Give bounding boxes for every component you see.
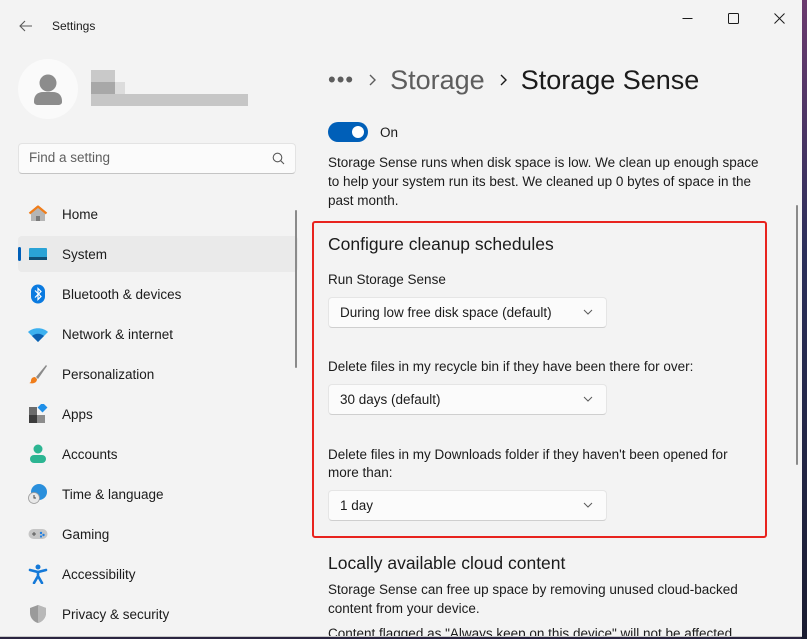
settings-window: Settings Home System	[0, 0, 802, 637]
breadcrumb-storage-link[interactable]: Storage	[390, 65, 485, 96]
sidebar-item-label: Time & language	[62, 486, 164, 502]
recycle-bin-label: Delete files in my recycle bin if they h…	[328, 359, 694, 374]
wifi-icon	[28, 328, 48, 342]
user-name-redacted	[91, 70, 248, 106]
minimize-button[interactable]	[664, 0, 710, 36]
storage-sense-toggle[interactable]	[328, 122, 368, 142]
sidebar-item-apps[interactable]: Apps	[18, 396, 298, 432]
app-title: Settings	[52, 19, 96, 33]
toggle-knob	[352, 126, 364, 138]
account-icon	[30, 444, 46, 463]
toggle-state-label: On	[380, 125, 399, 140]
person-icon	[34, 74, 62, 105]
sidebar-item-privacy[interactable]: Privacy & security	[18, 596, 298, 632]
sidebar-item-label: Accessibility	[62, 566, 136, 582]
gamepad-icon	[28, 529, 48, 539]
sidebar-item-label: Personalization	[62, 366, 155, 382]
sidebar-item-label: Accounts	[62, 446, 118, 462]
arrow-left-icon	[19, 20, 32, 32]
back-button[interactable]	[12, 12, 40, 40]
sidebar-item-label: Network & internet	[62, 326, 174, 342]
cloud-content-note: Content flagged as "Always keep on this …	[328, 626, 736, 637]
sidebar-item-label: Privacy & security	[62, 606, 170, 622]
run-storage-sense-label: Run Storage Sense	[328, 272, 446, 287]
system-icon	[29, 248, 47, 260]
search-input[interactable]	[29, 150, 259, 165]
bluetooth-icon	[31, 284, 45, 304]
chevron-down-icon	[583, 309, 593, 315]
search-box[interactable]	[18, 143, 296, 174]
minimize-icon	[682, 17, 692, 19]
apps-icon	[29, 404, 48, 423]
sidebar-item-personalization[interactable]: Personalization	[18, 356, 298, 392]
user-avatar[interactable]	[18, 59, 78, 119]
sidebar-item-label: System	[62, 246, 108, 262]
main-scrollbar[interactable]	[796, 205, 798, 465]
cleanup-section-title: Configure cleanup schedules	[328, 234, 554, 254]
downloads-folder-dropdown[interactable]: 1 day	[328, 490, 607, 521]
accessibility-icon	[28, 564, 48, 584]
dropdown-value: 30 days (default)	[340, 392, 441, 407]
breadcrumb-more-button[interactable]: •••	[328, 67, 354, 93]
sidebar-item-gaming[interactable]: Gaming	[18, 516, 298, 552]
sidebar-item-accounts[interactable]: Accounts	[18, 436, 298, 472]
dropdown-value: 1 day	[340, 498, 374, 513]
shield-icon	[30, 605, 46, 623]
sidebar-item-bluetooth[interactable]: Bluetooth & devices	[18, 276, 298, 312]
sidebar-item-label: Apps	[62, 406, 93, 422]
breadcrumb: ••• Storage Storage Sense	[328, 60, 699, 100]
sidebar-scrollbar[interactable]	[295, 210, 297, 368]
time-language-icon	[28, 484, 47, 504]
dropdown-value: During low free disk space (default)	[340, 305, 552, 320]
sidebar-item-label: Bluetooth & devices	[62, 286, 182, 302]
maximize-icon	[727, 12, 739, 24]
paintbrush-icon	[29, 365, 47, 384]
page-title: Storage Sense	[520, 64, 700, 95]
sidebar-nav: Home System Bluetooth & devices Network …	[18, 196, 298, 636]
recycle-bin-dropdown[interactable]: 30 days (default)	[328, 384, 607, 415]
sidebar-item-label: Gaming	[62, 526, 110, 542]
chevron-down-icon	[583, 396, 593, 402]
cloud-content-section-title: Locally available cloud content	[328, 553, 566, 573]
run-storage-sense-dropdown[interactable]: During low free disk space (default)	[328, 297, 607, 328]
storage-sense-description: Storage Sense runs when disk space is lo…	[328, 155, 759, 208]
close-button[interactable]	[756, 0, 802, 36]
selection-indicator	[18, 247, 21, 261]
sidebar-item-network[interactable]: Network & internet	[18, 316, 298, 352]
maximize-button[interactable]	[710, 0, 756, 36]
close-icon	[773, 12, 785, 24]
sidebar-item-home[interactable]: Home	[18, 196, 298, 232]
chevron-right-icon	[368, 74, 377, 86]
cloud-content-description: Storage Sense can free up space by remov…	[328, 582, 738, 616]
home-icon	[28, 205, 48, 221]
chevron-right-icon	[499, 74, 507, 86]
search-icon[interactable]	[272, 152, 285, 165]
chevron-down-icon	[583, 502, 593, 508]
downloads-folder-label: Delete files in my Downloads folder if t…	[328, 447, 728, 480]
sidebar-item-system[interactable]: System	[18, 236, 298, 272]
sidebar-item-time-language[interactable]: Time & language	[18, 476, 298, 512]
sidebar-item-label: Home	[62, 206, 99, 222]
sidebar-item-accessibility[interactable]: Accessibility	[18, 556, 298, 592]
title-bar: Settings	[0, 0, 802, 48]
